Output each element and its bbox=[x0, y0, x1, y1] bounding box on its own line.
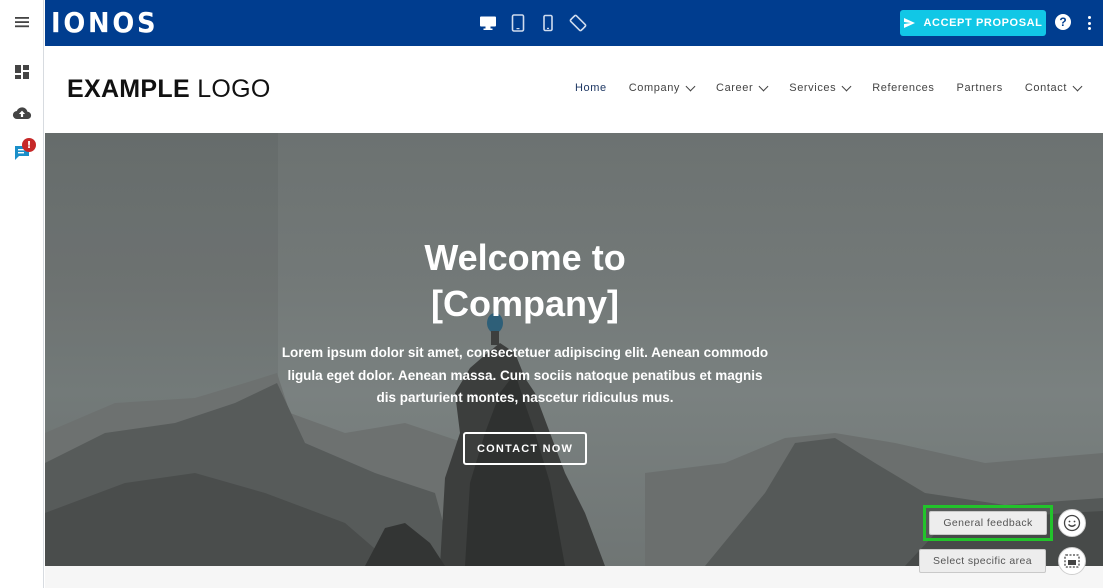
logo-light-text: LOGO bbox=[197, 75, 271, 103]
select-specific-area-button[interactable]: Select specific area bbox=[919, 549, 1046, 573]
hero-title-line1: Welcome to bbox=[424, 237, 626, 278]
hero-title-line2: [Company] bbox=[431, 283, 619, 324]
send-icon bbox=[904, 18, 916, 28]
nav-label: Partners bbox=[956, 82, 1003, 94]
general-feedback-label: General feedback bbox=[929, 511, 1047, 535]
nav-label: Career bbox=[716, 82, 754, 94]
left-sidebar: ! bbox=[0, 0, 44, 588]
menu-icon[interactable] bbox=[9, 9, 35, 35]
chevron-down-icon bbox=[1072, 81, 1083, 91]
accept-proposal-label: ACCEPT PROPOSAL bbox=[923, 17, 1043, 29]
app-window: ! IONOS ACCEPT PROPOSAL ? EXAMPLE LOGO H… bbox=[0, 0, 1103, 588]
mobile-icon[interactable] bbox=[537, 12, 559, 34]
site-nav: Home Company Career Services References … bbox=[575, 81, 1083, 94]
nav-item-services[interactable]: Services bbox=[789, 81, 852, 94]
nav-label: Services bbox=[789, 82, 837, 94]
site-logo[interactable]: EXAMPLE LOGO bbox=[67, 74, 271, 104]
dashboard-icon[interactable] bbox=[9, 59, 35, 85]
nav-item-company[interactable]: Company bbox=[628, 81, 696, 94]
nav-item-references[interactable]: References bbox=[872, 82, 934, 94]
help-icon[interactable]: ? bbox=[1055, 14, 1071, 30]
contact-now-button[interactable]: CONTACT NOW bbox=[463, 432, 587, 465]
nav-label: References bbox=[872, 82, 935, 94]
notification-badge: ! bbox=[22, 138, 36, 152]
hero-section: Welcome to [Company] Lorem ipsum dolor s… bbox=[45, 133, 1103, 566]
screenshot-area-icon[interactable] bbox=[1058, 547, 1086, 575]
hero-description: Lorem ipsum dolor sit amet, consectetuer… bbox=[281, 345, 769, 405]
smiley-icon[interactable] bbox=[1058, 509, 1086, 537]
nav-label: Home bbox=[575, 82, 607, 94]
device-switcher bbox=[477, 12, 589, 34]
chevron-down-icon bbox=[685, 81, 696, 91]
editor-topbar: IONOS ACCEPT PROPOSAL ? bbox=[45, 0, 1103, 46]
nav-item-career[interactable]: Career bbox=[716, 81, 769, 94]
more-options-icon[interactable] bbox=[1084, 13, 1094, 33]
tablet-icon[interactable] bbox=[507, 12, 529, 34]
ionos-logo[interactable]: IONOS bbox=[51, 7, 158, 39]
nav-label: Contact bbox=[1024, 82, 1067, 94]
nav-label: Company bbox=[628, 82, 681, 94]
desktop-icon[interactable] bbox=[477, 12, 499, 34]
nav-item-home[interactable]: Home bbox=[575, 82, 607, 94]
logo-bold-text: EXAMPLE bbox=[67, 75, 190, 103]
accept-proposal-button[interactable]: ACCEPT PROPOSAL bbox=[900, 10, 1046, 36]
nav-item-partners[interactable]: Partners bbox=[957, 82, 1003, 94]
chevron-down-icon bbox=[758, 81, 769, 91]
hero-title: Welcome to [Company] bbox=[45, 235, 1005, 327]
general-feedback-button[interactable]: General feedback bbox=[923, 505, 1053, 541]
nav-item-contact[interactable]: Contact bbox=[1024, 81, 1083, 94]
rotate-icon[interactable] bbox=[567, 12, 589, 34]
site-header: EXAMPLE LOGO Home Company Career Service… bbox=[45, 46, 1103, 133]
cloud-upload-icon[interactable] bbox=[9, 100, 35, 126]
chevron-down-icon bbox=[841, 81, 852, 91]
